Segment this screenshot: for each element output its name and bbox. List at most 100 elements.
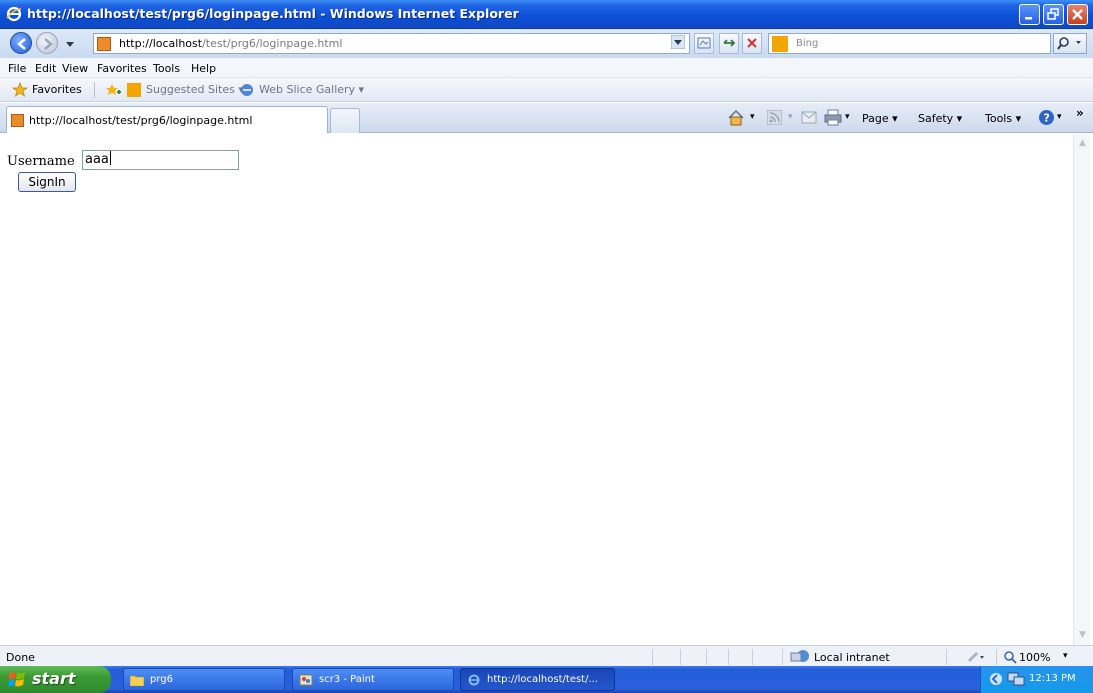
favorites-button[interactable]: Favorites <box>32 83 82 96</box>
divider <box>680 649 681 665</box>
print-dropdown-icon[interactable]: ▾ <box>845 112 850 122</box>
refresh-button[interactable] <box>719 33 739 54</box>
home-icon[interactable] <box>727 109 745 126</box>
tools-menu[interactable]: Tools ▾ <box>985 112 1021 125</box>
page-icon <box>11 114 24 127</box>
ie-window: http://localhost/test/prg6/loginpage.htm… <box>0 0 1093 693</box>
divider <box>728 649 729 665</box>
zoom-icon <box>1004 651 1017 664</box>
signin-button[interactable]: SignIn <box>18 172 76 192</box>
compatibility-view-button[interactable] <box>694 33 714 54</box>
paint-icon <box>299 674 313 686</box>
new-tab-button[interactable] <box>330 108 360 133</box>
home-dropdown-icon[interactable]: ▾ <box>750 112 755 122</box>
restore-icon <box>1047 8 1059 20</box>
safety-menu[interactable]: Safety ▾ <box>918 112 962 125</box>
tab-row: http://localhost/test/prg6/loginpage.htm… <box>0 103 1093 133</box>
divider <box>652 649 653 665</box>
forward-arrow-icon <box>44 38 53 50</box>
taskbar-item-ie[interactable]: http://localhost/test/... <box>460 668 615 691</box>
recent-pages-dropdown-icon[interactable] <box>64 38 76 50</box>
address-bar[interactable]: http://localhost/test/prg6/loginpage.htm… <box>93 33 690 54</box>
web-slice-icon <box>241 84 253 96</box>
text-caret <box>109 151 111 165</box>
add-to-favorites-icon[interactable] <box>104 82 122 98</box>
search-button[interactable] <box>1053 33 1087 54</box>
status-text: Done <box>6 651 35 664</box>
close-icon <box>1072 9 1083 20</box>
web-slice-gallery-link[interactable]: Web Slice Gallery ▾ <box>259 83 364 96</box>
feeds-icon[interactable] <box>767 110 782 125</box>
compatibility-icon <box>697 37 711 49</box>
zoom-level[interactable]: 100% <box>1019 651 1050 664</box>
bing-logo-icon <box>127 83 141 97</box>
page-icon <box>97 37 111 51</box>
page-menu[interactable]: Page ▾ <box>862 112 898 125</box>
feeds-dropdown-icon[interactable]: ▾ <box>788 112 793 122</box>
read-mail-icon[interactable] <box>801 111 817 124</box>
network-icon[interactable] <box>1007 671 1025 687</box>
divider <box>94 82 95 98</box>
divider <box>946 649 947 665</box>
menu-help[interactable]: Help <box>191 62 216 75</box>
forward-button[interactable] <box>36 32 58 54</box>
scroll-up-icon[interactable]: ▲ <box>1076 137 1089 150</box>
address-url[interactable]: http://localhost/test/prg6/loginpage.htm… <box>119 37 342 50</box>
ie-logo-icon <box>468 674 480 686</box>
search-box[interactable]: Bing <box>768 33 1051 54</box>
divider <box>782 649 783 665</box>
close-button[interactable] <box>1067 4 1088 25</box>
status-bar: Done Local intranet 100% ▾ <box>0 645 1093 666</box>
more-commands-chevron[interactable]: » <box>1076 106 1084 120</box>
maximize-button[interactable] <box>1043 4 1064 25</box>
protected-mode-icon[interactable] <box>966 650 986 663</box>
scroll-down-icon[interactable]: ▼ <box>1076 629 1089 642</box>
chevron-down-icon <box>671 35 685 49</box>
minimize-button[interactable] <box>1019 4 1040 25</box>
address-dropdown-button[interactable] <box>669 33 689 54</box>
divider <box>996 649 997 665</box>
taskbar: start prg6 scr3 - Paint http://localhost… <box>0 666 1093 693</box>
folder-icon <box>130 675 144 686</box>
taskbar-item-paint[interactable]: scr3 - Paint <box>292 668 454 691</box>
tab-label: http://localhost/test/prg6/loginpage.htm… <box>29 114 253 127</box>
window-title: http://localhost/test/prg6/loginpage.htm… <box>27 6 519 21</box>
start-button[interactable]: start <box>0 666 111 693</box>
ie-logo-icon <box>6 6 22 22</box>
stop-icon <box>747 38 757 48</box>
username-label: Username <box>7 154 75 169</box>
help-dropdown-icon[interactable]: ▾ <box>1057 112 1062 122</box>
address-toolbar: http://localhost/test/prg6/loginpage.htm… <box>0 29 1093 58</box>
system-tray: 12:13 PM <box>980 666 1093 693</box>
taskbar-item-prg6[interactable]: prg6 <box>123 668 285 691</box>
print-icon[interactable] <box>824 109 842 126</box>
menu-bar: File Edit View Favorites Tools Help <box>0 58 1093 78</box>
zoom-dropdown-icon[interactable]: ▾ <box>1063 651 1068 661</box>
username-input[interactable]: aaa <box>82 150 239 170</box>
tab-loginpage[interactable]: http://localhost/test/prg6/loginpage.htm… <box>6 106 328 133</box>
start-label: start <box>32 669 76 688</box>
title-bar[interactable]: http://localhost/test/prg6/loginpage.htm… <box>0 0 1093 29</box>
back-button[interactable] <box>10 32 32 54</box>
stop-button[interactable] <box>742 33 762 54</box>
svg-text:?: ? <box>1044 112 1050 125</box>
help-icon[interactable]: ? <box>1038 109 1055 126</box>
local-intranet-icon <box>790 650 809 662</box>
menu-view[interactable]: View <box>62 62 88 75</box>
search-icon <box>1057 37 1081 50</box>
page-content: Username aaa SignIn <box>0 134 1073 645</box>
favorites-bar: Favorites Suggested Sites ▾ Web Slice Ga… <box>0 78 1093 102</box>
menu-file[interactable]: File <box>8 62 26 75</box>
menu-favorites[interactable]: Favorites <box>97 62 147 75</box>
bing-logo-icon <box>772 36 788 52</box>
windows-flag-icon <box>8 672 25 687</box>
refresh-icon <box>723 39 736 47</box>
minimize-icon <box>1025 17 1032 20</box>
security-zone[interactable]: Local intranet <box>814 651 890 664</box>
menu-edit[interactable]: Edit <box>35 62 56 75</box>
vertical-scrollbar[interactable]: ▲ ▼ <box>1073 134 1090 645</box>
tray-expand-icon[interactable] <box>989 672 1003 686</box>
clock: 12:13 PM <box>1029 673 1076 684</box>
menu-tools[interactable]: Tools <box>153 62 180 75</box>
suggested-sites-link[interactable]: Suggested Sites ▾ <box>146 83 244 96</box>
